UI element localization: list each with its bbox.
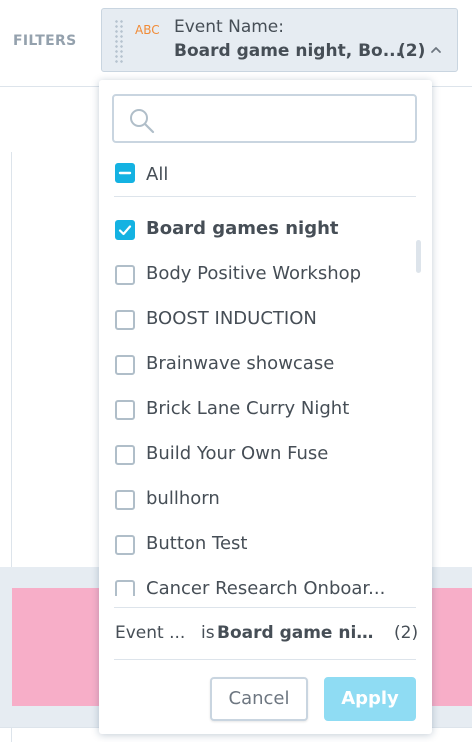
select-all-checkbox[interactable] [115, 163, 135, 183]
summary-operator: is [201, 623, 215, 643]
list-item-checkbox[interactable] [115, 535, 135, 555]
list-item-label[interactable]: BOOST INDUCTION [146, 308, 317, 329]
search-icon [130, 109, 155, 134]
attribute-filter-dropdown: All Board games night Body Positive Work… [99, 80, 432, 734]
list-item-label[interactable]: Body Positive Workshop [146, 263, 361, 284]
summary-count: (2) [394, 623, 419, 643]
list-item-checkbox[interactable] [115, 265, 135, 285]
drag-handle-icon[interactable] [114, 19, 124, 63]
list-item-checkbox[interactable] [115, 490, 135, 510]
filter-selected-count: (2) [398, 41, 426, 61]
chevron-up-icon[interactable] [429, 43, 443, 57]
attribute-type-badge: ABC [135, 23, 160, 37]
chart-bar [432, 588, 472, 706]
list-item-label[interactable]: Build Your Own Fuse [146, 443, 328, 464]
list-item-label[interactable]: Button Test [146, 533, 247, 554]
list-item-checkbox[interactable] [115, 220, 135, 240]
list-item-checkbox[interactable] [115, 355, 135, 375]
divider [114, 607, 416, 608]
apply-button[interactable]: Apply [324, 677, 416, 721]
cancel-button[interactable]: Cancel [210, 677, 308, 721]
list-item-label[interactable]: Cancer Research Onboar... [146, 578, 385, 596]
filter-attribute-name: Event Name: [174, 17, 284, 37]
values-list[interactable]: Board games night Body Positive Workshop… [99, 210, 432, 596]
filters-label: FILTERS [13, 33, 77, 49]
filter-bar: FILTERS ABC Event Name: Board game night… [0, 0, 472, 87]
list-item-checkbox[interactable] [115, 445, 135, 465]
summary-attribute: Event ... [115, 623, 186, 643]
filter-selected-values: Board game night, Bo... [174, 41, 403, 61]
select-all-label[interactable]: All [146, 164, 168, 185]
list-item-checkbox[interactable] [115, 400, 135, 420]
divider [114, 659, 416, 660]
divider [114, 196, 416, 197]
chart-bar [12, 588, 100, 706]
checkmark-icon [118, 225, 132, 236]
list-scrollbar[interactable] [416, 240, 421, 273]
list-item-label[interactable]: Brick Lane Curry Night [146, 398, 349, 419]
event-name-filter-chip[interactable]: ABC Event Name: Board game night, Bo... … [101, 8, 458, 72]
list-item-checkbox[interactable] [115, 580, 135, 596]
list-item-label[interactable]: bullhorn [146, 488, 220, 509]
summary-values: Board game nig... [217, 623, 383, 643]
list-item-label[interactable]: Board games night [146, 218, 339, 239]
minus-icon [118, 171, 132, 175]
list-item-checkbox[interactable] [115, 310, 135, 330]
list-item-label[interactable]: Brainwave showcase [146, 353, 334, 374]
search-input[interactable] [112, 94, 417, 143]
